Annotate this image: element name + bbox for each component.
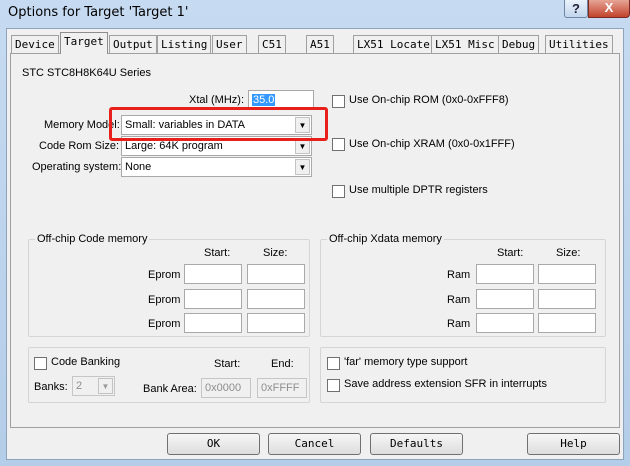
tab-debug[interactable]: Debug: [498, 35, 540, 53]
bank-area-start-input[interactable]: 0x0000: [201, 378, 251, 398]
eprom-label-3: Eprom: [148, 318, 181, 330]
dialog-client-area: Device Target Output Listing User C51 A5…: [6, 28, 624, 460]
eprom-2-start-input[interactable]: [184, 289, 242, 309]
banks-select[interactable]: 2 ▼: [72, 376, 115, 396]
defaults-button[interactable]: Defaults: [370, 433, 463, 455]
code-size-header: Size:: [263, 247, 288, 259]
eprom-label-1: Eprom: [148, 269, 181, 281]
chevron-down-icon: ▼: [98, 378, 113, 394]
xdata-size-header: Size:: [556, 247, 581, 259]
tab-target[interactable]: Target: [60, 32, 108, 54]
far-memory-label: 'far' memory type support: [344, 356, 468, 368]
eprom-label-2: Eprom: [148, 294, 181, 306]
ram-label-3: Ram: [447, 318, 471, 330]
save-sfr-checkbox[interactable]: [327, 379, 340, 392]
chevron-down-icon: ▼: [295, 159, 310, 175]
code-rom-size-label: Code Rom Size:: [39, 140, 120, 152]
tab-output[interactable]: Output: [109, 35, 157, 53]
code-banking-label: Code Banking: [51, 356, 121, 368]
title-bar: Options for Target 'Target 1' ? X: [0, 0, 630, 28]
help-title-button[interactable]: ?: [564, 0, 588, 18]
far-memory-checkbox[interactable]: [327, 357, 340, 370]
tab-device[interactable]: Device: [11, 35, 59, 53]
operating-system-label: Operating system:: [32, 161, 122, 173]
code-start-header: Start:: [204, 247, 231, 259]
ram-2-size-input[interactable]: [538, 289, 596, 309]
operating-system-select[interactable]: None ▼: [121, 157, 312, 177]
tab-listing[interactable]: Listing: [157, 35, 212, 53]
xdata-start-header: Start:: [497, 247, 524, 259]
ram-label-2: Ram: [447, 294, 471, 306]
ram-2-start-input[interactable]: [476, 289, 534, 309]
multiple-dptr-checkbox[interactable]: [332, 185, 345, 198]
xtal-value: 35.0: [252, 94, 276, 106]
device-name-label: STC STC8H8K64U Series: [22, 67, 151, 79]
onchip-rom-label: Use On-chip ROM (0x0-0xFFF8): [349, 94, 509, 106]
ram-3-start-input[interactable]: [476, 313, 534, 333]
target-tab-panel: STC STC8H8K64U Series Xtal (MHz): 35.0 M…: [10, 53, 620, 428]
close-button[interactable]: X: [588, 0, 630, 18]
bank-end-header: End:: [271, 358, 294, 370]
banks-label: Banks:: [34, 381, 68, 393]
ram-1-start-input[interactable]: [476, 264, 534, 284]
ram-1-size-input[interactable]: [538, 264, 596, 284]
ram-label-1: Ram: [447, 269, 471, 281]
eprom-1-start-input[interactable]: [184, 264, 242, 284]
ok-button[interactable]: OK: [167, 433, 260, 455]
tab-a51[interactable]: A51: [306, 35, 334, 53]
code-banking-checkbox[interactable]: [34, 357, 47, 370]
multiple-dptr-label: Use multiple DPTR registers: [349, 184, 488, 196]
xtal-label: Xtal (MHz):: [189, 94, 244, 106]
bank-start-header: Start:: [214, 358, 241, 370]
tab-user[interactable]: User: [212, 35, 247, 53]
highlight-box: [109, 107, 328, 141]
tab-lx51-locate[interactable]: LX51 Locate: [353, 35, 434, 53]
help-button[interactable]: Help: [527, 433, 620, 455]
tab-lx51-misc[interactable]: LX51 Misc: [431, 35, 499, 53]
options-dialog: Options for Target 'Target 1' ? X Device…: [0, 0, 630, 466]
offchip-code-title: Off-chip Code memory: [35, 233, 150, 245]
banks-value: 2: [76, 380, 83, 392]
ram-3-size-input[interactable]: [538, 313, 596, 333]
eprom-2-size-input[interactable]: [247, 289, 305, 309]
save-sfr-label: Save address extension SFR in interrupts: [344, 378, 547, 390]
onchip-rom-checkbox[interactable]: [332, 95, 345, 108]
eprom-1-size-input[interactable]: [247, 264, 305, 284]
bank-area-end-input[interactable]: 0xFFFF: [257, 378, 307, 398]
operating-system-value: None: [125, 161, 152, 173]
onchip-xram-label: Use On-chip XRAM (0x0-0x1FFF): [349, 138, 515, 150]
bank-area-label: Bank Area:: [143, 383, 197, 395]
tab-utilities[interactable]: Utilities: [545, 35, 613, 53]
cancel-button[interactable]: Cancel: [268, 433, 361, 455]
tab-c51[interactable]: C51: [258, 35, 286, 53]
eprom-3-start-input[interactable]: [184, 313, 242, 333]
eprom-3-size-input[interactable]: [247, 313, 305, 333]
window-title: Options for Target 'Target 1': [8, 5, 189, 20]
offchip-xdata-title: Off-chip Xdata memory: [327, 233, 444, 245]
onchip-xram-checkbox[interactable]: [332, 138, 345, 151]
